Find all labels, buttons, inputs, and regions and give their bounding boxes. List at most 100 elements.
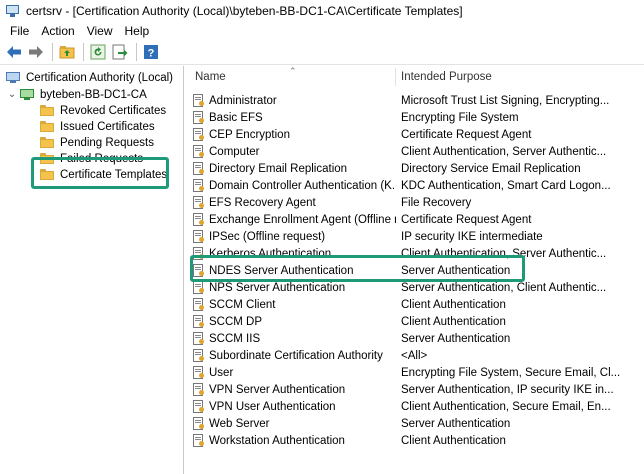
template-purpose: Encrypting File System, Secure Email, Cl… xyxy=(401,366,621,379)
up-one-level-button[interactable] xyxy=(57,42,77,62)
template-purpose: Server Authentication, IP security IKE i… xyxy=(401,383,614,396)
template-name: Workstation Authentication xyxy=(209,434,345,447)
template-name: Basic EFS xyxy=(209,111,263,124)
export-list-icon xyxy=(112,44,128,60)
certificate-template-icon xyxy=(193,434,205,447)
title-bar: certsrv - [Certification Authority (Loca… xyxy=(0,0,644,22)
certificate-template-icon xyxy=(193,128,205,141)
certificate-template-icon xyxy=(193,383,205,396)
table-row[interactable]: EFS Recovery Agent File Recovery xyxy=(189,194,644,211)
table-row[interactable]: User Encrypting File System, Secure Emai… xyxy=(189,364,644,381)
help-icon: ? xyxy=(144,45,158,60)
console-tree: Certification Authority (Local) ⌄ bytebe… xyxy=(0,66,184,474)
certificate-template-icon xyxy=(193,349,205,362)
certificate-template-icon xyxy=(193,315,205,328)
window-title: certsrv - [Certification Authority (Loca… xyxy=(26,4,463,18)
menu-view[interactable]: View xyxy=(81,23,119,39)
template-name: NPS Server Authentication xyxy=(209,281,346,294)
menu-file[interactable]: File xyxy=(4,23,35,39)
table-row[interactable]: SCCM Client Client Authentication xyxy=(189,296,644,313)
help-button[interactable]: ? xyxy=(141,42,161,62)
certificate-template-icon xyxy=(193,111,205,124)
certification-authority-icon xyxy=(20,88,34,101)
template-name: EFS Recovery Agent xyxy=(209,196,316,209)
column-header-intended-purpose[interactable]: Intended Purpose xyxy=(395,66,644,88)
template-name: VPN Server Authentication xyxy=(209,383,346,396)
template-name: Subordinate Certification Authority xyxy=(209,349,383,362)
template-name: VPN User Authentication xyxy=(209,400,336,413)
template-name: Domain Controller Authentication (K... xyxy=(209,179,396,192)
table-row[interactable]: VPN User Authentication Client Authentic… xyxy=(189,398,644,415)
back-button[interactable] xyxy=(4,42,24,62)
certificate-template-icon xyxy=(193,213,205,226)
template-purpose: File Recovery xyxy=(401,196,472,209)
certificate-template-icon xyxy=(193,281,205,294)
certificate-template-icon xyxy=(193,196,205,209)
toolbar-separator xyxy=(136,43,137,61)
template-name: SCCM IIS xyxy=(209,332,261,345)
table-row[interactable]: IPSec (Offline request) IP security IKE … xyxy=(189,228,644,245)
template-name: User xyxy=(209,366,234,379)
table-row[interactable]: Exchange Enrollment Agent (Offline r... … xyxy=(189,211,644,228)
table-row[interactable]: Administrator Microsoft Trust List Signi… xyxy=(189,92,644,109)
table-row[interactable]: Web Server Server Authentication xyxy=(189,415,644,432)
refresh-icon xyxy=(90,44,106,60)
table-row[interactable]: Subordinate Certification Authority <All… xyxy=(189,347,644,364)
ndes-row-highlight-box xyxy=(190,255,525,282)
certsrv-app-icon xyxy=(5,4,20,18)
tree-item-ca[interactable]: ⌄ byteben-BB-DC1-CA xyxy=(6,86,147,103)
toolbar: ? xyxy=(0,40,644,65)
table-row[interactable]: Computer Client Authentication, Server A… xyxy=(189,143,644,160)
menu-help[interactable]: Help xyxy=(119,23,156,39)
folder-icon xyxy=(40,137,54,148)
table-row[interactable]: SCCM IIS Server Authentication xyxy=(189,330,644,347)
template-name: SCCM Client xyxy=(209,298,276,311)
template-purpose: Server Authentication xyxy=(401,332,511,345)
export-list-button[interactable] xyxy=(110,42,130,62)
table-row[interactable]: SCCM DP Client Authentication xyxy=(189,313,644,330)
template-purpose: IP security IKE intermediate xyxy=(401,230,543,243)
back-arrow-icon xyxy=(7,46,21,58)
template-purpose: Client Authentication xyxy=(401,434,506,447)
template-purpose: Directory Service Email Replication xyxy=(401,162,581,175)
template-purpose: <All> xyxy=(401,349,428,362)
refresh-button[interactable] xyxy=(88,42,108,62)
template-name: Computer xyxy=(209,145,260,158)
sort-ascending-icon: ⌃ xyxy=(289,66,297,76)
column-header-name[interactable]: Name ⌃ xyxy=(189,66,396,88)
tree-item-label: byteben-BB-DC1-CA xyxy=(40,88,147,101)
template-name: Web Server xyxy=(209,417,270,430)
template-purpose: Server Authentication xyxy=(401,417,511,430)
certificate-template-icon xyxy=(193,366,205,379)
certificate-template-icon xyxy=(193,400,205,413)
toolbar-separator xyxy=(83,43,84,61)
tree-item-pending-requests[interactable]: Pending Requests xyxy=(40,134,154,151)
tree-item-label: Pending Requests xyxy=(60,136,154,149)
forward-button[interactable] xyxy=(26,42,46,62)
tree-item-issued-certificates[interactable]: Issued Certificates xyxy=(40,118,155,135)
certificate-template-icon xyxy=(193,230,205,243)
computer-icon xyxy=(6,71,20,84)
table-row[interactable]: Workstation Authentication Client Authen… xyxy=(189,432,644,449)
template-purpose: Client Authentication, Secure Email, En.… xyxy=(401,400,611,413)
table-row[interactable]: VPN Server Authentication Server Authent… xyxy=(189,381,644,398)
toolbar-separator xyxy=(52,43,53,61)
certificate-template-icon xyxy=(193,162,205,175)
template-name: Administrator xyxy=(209,94,277,107)
chevron-down-icon[interactable]: ⌄ xyxy=(6,89,18,100)
table-row[interactable]: Basic EFS Encrypting File System xyxy=(189,109,644,126)
certificate-template-icon xyxy=(193,179,205,192)
template-name: SCCM DP xyxy=(209,315,263,328)
certificate-template-icon xyxy=(193,298,205,311)
menu-action[interactable]: Action xyxy=(35,23,80,39)
tree-item-root[interactable]: Certification Authority (Local) xyxy=(6,69,173,86)
template-name: Exchange Enrollment Agent (Offline r... xyxy=(209,213,396,226)
template-name: Directory Email Replication xyxy=(209,162,348,175)
table-row[interactable]: Directory Email Replication Directory Se… xyxy=(189,160,644,177)
tree-item-revoked-certificates[interactable]: Revoked Certificates xyxy=(40,102,166,119)
certificate-template-icon xyxy=(193,145,205,158)
template-name: IPSec (Offline request) xyxy=(209,230,326,243)
folder-icon xyxy=(40,105,54,116)
table-row[interactable]: CEP Encryption Certificate Request Agent xyxy=(189,126,644,143)
table-row[interactable]: Domain Controller Authentication (K... K… xyxy=(189,177,644,194)
